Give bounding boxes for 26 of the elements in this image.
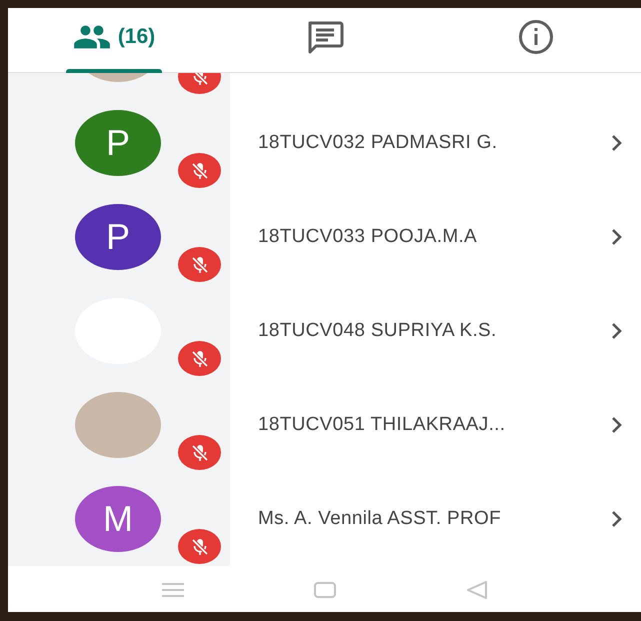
participant-row[interactable]: 18TUCV048 SUPRIYA K.S. — [230, 284, 641, 378]
participant-row[interactable]: 18TUCV033 POOJA.M.A — [230, 190, 641, 284]
avatar: M — [75, 486, 161, 552]
participant-row[interactable]: Ms. A. Vennila ASST. PROF — [230, 472, 641, 566]
avatar: P — [75, 110, 161, 176]
chevron-right-icon — [611, 228, 623, 246]
chevron-right-icon — [611, 322, 623, 340]
info-icon — [518, 19, 554, 55]
chevron-right-icon — [611, 134, 623, 152]
people-icon — [72, 24, 112, 50]
participant-count: (16) — [118, 25, 156, 49]
menu-icon[interactable] — [160, 582, 184, 598]
home-square-icon[interactable] — [312, 581, 336, 599]
participant-name: 18TUCV033 POOJA.M.A — [258, 226, 478, 248]
tab[interactable]: (16) — [8, 8, 219, 72]
chevron-right-icon — [611, 416, 623, 434]
chevron-right-icon — [611, 510, 623, 528]
participant-name: 18TUCV032 PADMASRI G. — [258, 132, 498, 154]
participant-name: 18TUCV051 THILAKRAAJ... — [258, 414, 506, 436]
participant-row[interactable]: 18TUCV051 THILAKRAAJ... — [230, 378, 641, 472]
back-icon[interactable] — [464, 580, 488, 600]
participant-name: 18TUCV048 SUPRIYA K.S. — [258, 320, 498, 342]
participant-row[interactable]: 18TUCV032 PADMASRI G. — [230, 96, 641, 190]
chat-icon — [306, 20, 344, 54]
avatar: P — [75, 204, 161, 270]
participant-name: Ms. A. Vennila ASST. PROF — [258, 508, 502, 530]
